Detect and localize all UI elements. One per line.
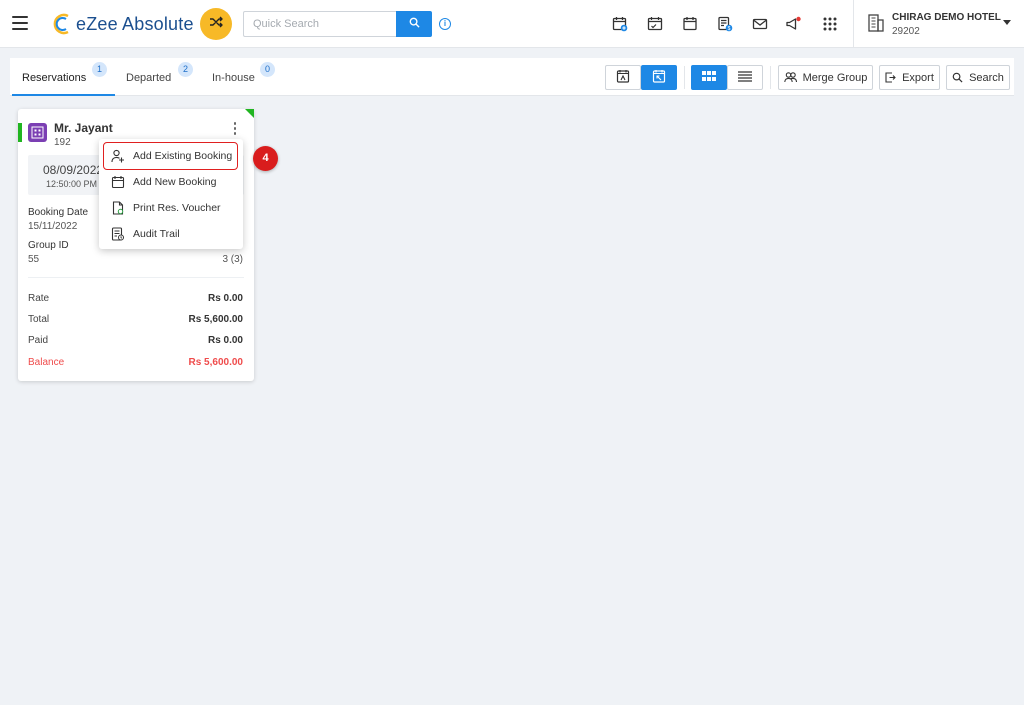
hotel-selector[interactable]: CHIRAG DEMO HOTEL 29202 <box>853 0 1024 48</box>
apps-grid-icon[interactable] <box>820 14 840 34</box>
search-button[interactable]: Search <box>946 65 1010 90</box>
tab-label: In-house <box>212 72 255 84</box>
export-label: Export <box>902 71 934 84</box>
grid-icon <box>702 71 716 84</box>
tab-label: Reservations <box>22 72 87 84</box>
info-icon[interactable]: i <box>439 18 451 30</box>
quick-search-input[interactable] <box>243 11 397 37</box>
calendar-icon[interactable] <box>680 14 700 34</box>
quick-search-button[interactable] <box>396 11 432 37</box>
menu-item-add-new-booking[interactable]: Add New Booking <box>99 170 243 194</box>
booking-date-label: Booking Date <box>28 207 89 218</box>
reservation-toolbar: Reservations 1 Departed 2 In-house 0 Mer… <box>10 58 1014 96</box>
menu-item-audit-trail[interactable]: Audit Trail <box>99 222 243 246</box>
arrival-date: 08/09/2022 <box>43 163 104 177</box>
tab-departed[interactable]: Departed 2 <box>118 58 198 96</box>
calendar-check-icon[interactable] <box>645 14 665 34</box>
tab-count-badge: 0 <box>260 62 275 77</box>
status-indicator <box>18 123 22 142</box>
menu-icon[interactable] <box>12 16 28 30</box>
total-row: Total Rs 5,600.00 <box>28 314 243 328</box>
grid-view-button[interactable] <box>691 65 727 90</box>
more-options-icon[interactable] <box>232 122 238 138</box>
logo-mark-icon <box>52 13 74 35</box>
hotel-name: CHIRAG DEMO HOTEL <box>892 12 1001 23</box>
rate-value: Rs 0.00 <box>207 293 243 304</box>
status-corner <box>245 109 254 118</box>
group-id-label: Group ID <box>28 240 69 251</box>
mail-icon[interactable] <box>750 14 770 34</box>
announcement-icon[interactable] <box>783 14 803 34</box>
app-name: eZee Absolute <box>76 13 194 34</box>
departure-view-button[interactable] <box>641 65 677 90</box>
room-number: 192 <box>54 137 71 148</box>
list-icon <box>738 70 752 85</box>
document-icon <box>111 201 125 215</box>
arrival-view-button[interactable] <box>605 65 641 90</box>
search-icon <box>409 15 420 33</box>
toolbar-divider <box>770 66 771 89</box>
paid-value: Rs 0.00 <box>207 335 243 346</box>
menu-item-label: Add New Booking <box>133 176 217 188</box>
shuffle-icon <box>209 15 223 34</box>
balance-row: Balance Rs 5,600.00 <box>28 357 243 371</box>
tab-count-badge: 2 <box>178 62 193 77</box>
total-value: Rs 5,600.00 <box>188 314 244 325</box>
menu-item-label: Audit Trail <box>133 228 180 240</box>
rate-row: Rate Rs 0.00 <box>28 293 243 307</box>
paid-row: Paid Rs 0.00 <box>28 335 243 349</box>
calendar-departure-icon <box>652 69 666 86</box>
switch-property-button[interactable] <box>200 8 232 40</box>
invoice-icon[interactable]: $ <box>715 14 735 34</box>
caret-down-icon <box>1003 20 1011 25</box>
list-view-button[interactable] <box>727 65 763 90</box>
group-id-value: 55 <box>28 254 40 265</box>
rate-label: Rate <box>28 293 50 304</box>
total-label: Total <box>28 314 50 325</box>
group-avatar-icon <box>28 123 47 142</box>
balance-label: Balance <box>28 357 65 368</box>
app-logo[interactable]: eZee Absolute <box>52 12 194 36</box>
tab-count-badge: 1 <box>92 62 107 77</box>
toolbar-divider <box>684 66 685 89</box>
export-button[interactable]: Export <box>879 65 940 90</box>
audit-icon <box>111 227 125 241</box>
tab-label: Departed <box>126 72 172 84</box>
svg-text:$: $ <box>728 26 731 32</box>
calendar-arrival-icon <box>616 69 630 86</box>
guest-name[interactable]: Mr. Jayant <box>54 121 113 135</box>
top-header: eZee Absolute i $ CHIRAG DEMO HOTEL 29 <box>0 0 1024 48</box>
rooms-count: 3 (3) <box>222 254 243 265</box>
highlight-outline <box>103 142 238 170</box>
calendar-icon <box>111 175 125 189</box>
export-icon <box>885 72 896 83</box>
card-divider <box>28 277 244 278</box>
users-icon <box>783 72 797 83</box>
booking-date-value: 15/11/2022 <box>28 221 78 232</box>
menu-item-print-res-voucher[interactable]: Print Res. Voucher <box>99 196 243 220</box>
balance-value: Rs 5,600.00 <box>188 357 244 368</box>
search-icon <box>952 72 963 83</box>
merge-group-label: Merge Group <box>802 71 868 84</box>
search-label: Search <box>969 71 1004 84</box>
hotel-id: 29202 <box>892 26 920 37</box>
merge-group-button[interactable]: Merge Group <box>778 65 873 90</box>
menu-item-label: Print Res. Voucher <box>133 202 221 214</box>
tab-in-house[interactable]: In-house 0 <box>204 58 284 96</box>
building-icon <box>866 13 886 38</box>
step-number-badge: 4 <box>253 146 278 171</box>
tab-reservations[interactable]: Reservations 1 <box>12 58 115 96</box>
arrival-time: 12:50:00 PM <box>46 179 98 189</box>
paid-label: Paid <box>28 335 49 346</box>
calendar-plus-icon[interactable] <box>610 14 630 34</box>
